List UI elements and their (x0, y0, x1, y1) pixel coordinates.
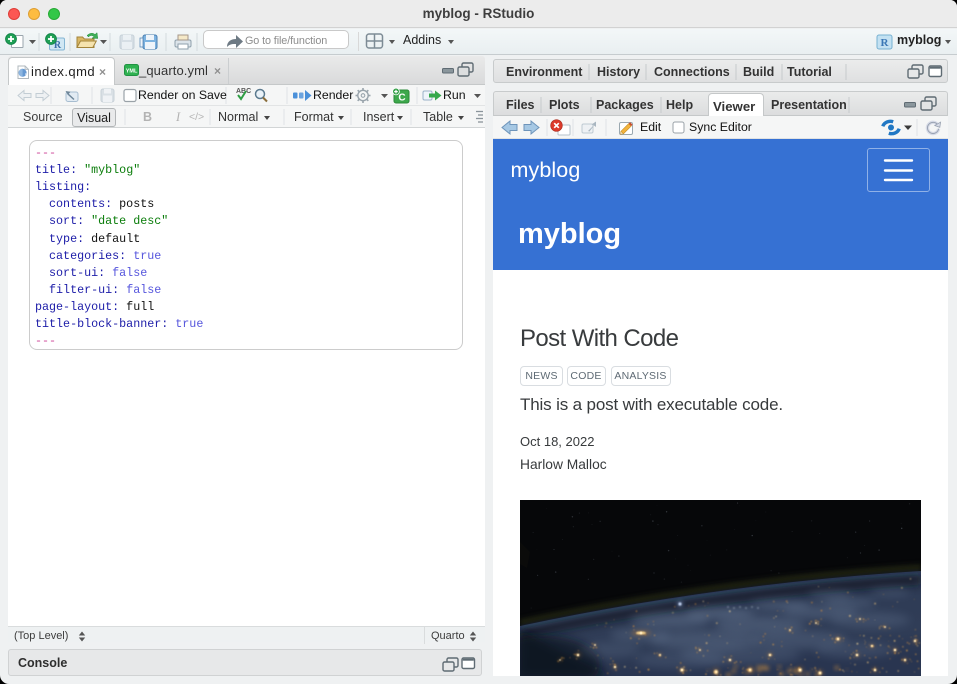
svg-text:R: R (881, 37, 890, 49)
svg-text:C: C (398, 93, 405, 104)
svg-text:YML: YML (126, 69, 138, 75)
